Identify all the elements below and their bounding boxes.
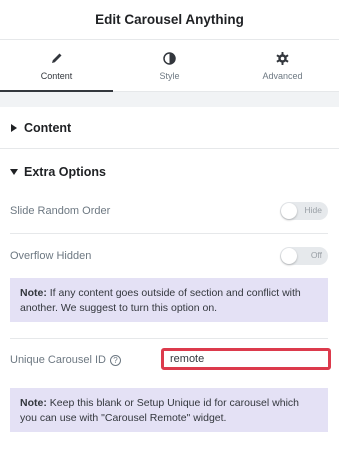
note-text: If any content goes outside of section a…: [20, 287, 301, 314]
overflow-hidden-label: Overflow Hidden: [10, 250, 92, 262]
section-extra-options-toggle[interactable]: Extra Options: [0, 158, 339, 186]
toggle-state-label: Hide: [304, 205, 322, 215]
note-prefix: Note:: [20, 397, 47, 409]
divider: [10, 338, 328, 339]
carousel-remote-note: Note: Keep this blank or Setup Unique id…: [10, 388, 328, 432]
overflow-hidden-control: Overflow Hidden Off: [10, 245, 328, 267]
overflow-hidden-toggle[interactable]: Off: [280, 247, 328, 265]
section-content-title: Content: [24, 120, 72, 135]
tab-content[interactable]: Content: [0, 41, 113, 92]
unique-carousel-id-input[interactable]: [161, 348, 331, 370]
slide-random-order-toggle[interactable]: Hide: [280, 202, 328, 220]
section-content-toggle[interactable]: Content: [0, 107, 339, 149]
note-text: Keep this blank or Setup Unique id for c…: [20, 397, 299, 424]
panel-gap: [0, 92, 339, 107]
pencil-icon: [50, 51, 64, 65]
panel-title: Edit Carousel Anything: [95, 12, 244, 27]
half-circle-icon: [163, 51, 177, 65]
tab-style-label: Style: [159, 71, 180, 81]
unique-id-control: Unique Carousel ID?: [10, 349, 160, 371]
tab-advanced-label: Advanced: [262, 71, 303, 81]
toggle-knob: [281, 203, 297, 219]
unique-id-label-wrap: Unique Carousel ID?: [10, 354, 121, 366]
caret-down-icon: [10, 168, 18, 176]
tab-content-label: Content: [40, 71, 73, 81]
section-extra-options-title: Extra Options: [24, 165, 106, 179]
overflow-note: Note: If any content goes outside of sec…: [10, 278, 328, 322]
note-prefix: Note:: [20, 287, 47, 299]
tab-advanced[interactable]: Advanced: [226, 41, 339, 91]
unique-id-label: Unique Carousel ID: [10, 354, 106, 366]
divider: [10, 233, 328, 234]
caret-right-icon: [10, 123, 18, 132]
slide-random-order-label: Slide Random Order: [10, 205, 111, 217]
help-icon[interactable]: ?: [110, 354, 121, 366]
toggle-knob: [281, 248, 297, 264]
slide-random-order-control: Slide Random Order Hide: [10, 200, 328, 222]
toggle-state-label: Off: [310, 250, 322, 260]
panel-header: Edit Carousel Anything: [0, 0, 339, 40]
tab-style[interactable]: Style: [113, 41, 226, 91]
tab-bar: Content Style Advanced: [0, 41, 339, 92]
gear-icon: [276, 51, 290, 65]
